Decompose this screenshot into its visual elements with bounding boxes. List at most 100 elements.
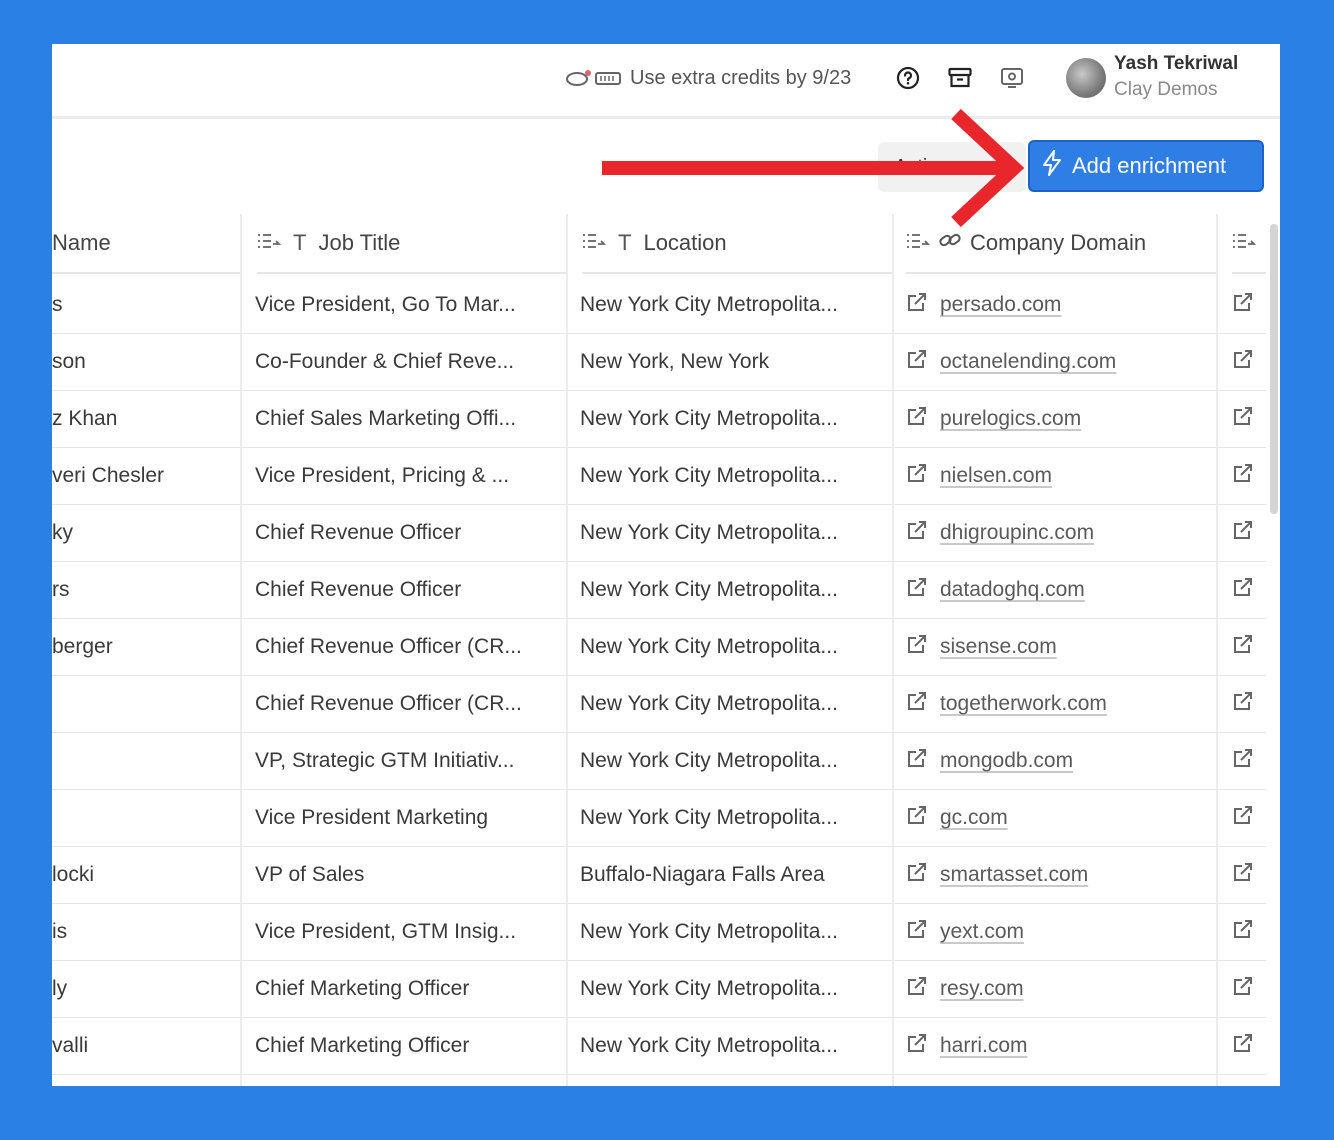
external-link-icon[interactable]: [906, 1032, 928, 1060]
cell-job-title[interactable]: Chief Revenue Officer (CR...: [255, 676, 561, 732]
cell-company-domain[interactable]: harri.com: [906, 1018, 1212, 1074]
external-link-icon[interactable]: [1232, 1032, 1254, 1060]
cell-company-domain[interactable]: gc.com: [906, 790, 1212, 846]
cell-name[interactable]: rs: [52, 562, 238, 618]
external-link-icon[interactable]: [906, 975, 928, 1003]
cell-company-domain[interactable]: dhigroupinc.com: [906, 505, 1212, 561]
external-link-icon[interactable]: [1232, 861, 1254, 889]
domain-link[interactable]: purelogics.com: [940, 407, 1081, 431]
cell-next-column[interactable]: [1232, 790, 1266, 846]
cell-company-domain[interactable]: octanelending.com: [906, 334, 1212, 390]
external-link-icon[interactable]: [906, 348, 928, 376]
cell-company-domain[interactable]: togetherwork.com: [906, 676, 1212, 732]
cell-location[interactable]: Buffalo-Niagara Falls Area: [580, 847, 886, 903]
domain-link[interactable]: nielsen.com: [940, 464, 1052, 488]
archive-icon[interactable]: [946, 64, 974, 92]
external-link-icon[interactable]: [1232, 348, 1254, 376]
domain-link[interactable]: octanelending.com: [940, 350, 1116, 374]
cell-name[interactable]: [52, 790, 238, 846]
column-header-name[interactable]: Name: [52, 214, 240, 274]
cell-company-domain[interactable]: nielsen.com: [906, 448, 1212, 504]
cell-job-title[interactable]: VP, Strategic GTM Initiativ...: [255, 733, 561, 789]
external-link-icon[interactable]: [1232, 462, 1254, 490]
column-header-company-domain[interactable]: Company Domain: [906, 214, 1216, 274]
cell-name[interactable]: ly: [52, 961, 238, 1017]
cell-location[interactable]: New York City Metropolita...: [580, 790, 886, 846]
cell-name[interactable]: valli: [52, 1018, 238, 1074]
cell-location[interactable]: New York City Metropolita...: [580, 448, 886, 504]
cell-job-title[interactable]: Co-Founder & Chief Reve...: [255, 334, 561, 390]
cell-company-domain[interactable]: datadoghq.com: [906, 562, 1212, 618]
cell-job-title[interactable]: Vice President, GTM Insig...: [255, 904, 561, 960]
domain-link[interactable]: resy.com: [940, 977, 1024, 1001]
cell-next-column[interactable]: [1232, 847, 1266, 903]
domain-link[interactable]: harri.com: [940, 1034, 1028, 1058]
cell-name[interactable]: berger: [52, 619, 238, 675]
cell-location[interactable]: New York City Metropolita...: [580, 676, 886, 732]
domain-link[interactable]: yext.com: [940, 920, 1024, 944]
cell-job-title[interactable]: Chief Revenue Officer: [255, 505, 561, 561]
domain-link[interactable]: persado.com: [940, 293, 1061, 317]
cell-next-column[interactable]: [1232, 904, 1266, 960]
cell-job-title[interactable]: Chief Revenue Officer: [255, 562, 561, 618]
cell-next-column[interactable]: [1232, 733, 1266, 789]
cell-next-column[interactable]: [1232, 1018, 1266, 1074]
external-link-icon[interactable]: [906, 576, 928, 604]
column-header-next[interactable]: [1232, 214, 1266, 274]
external-link-icon[interactable]: [1232, 576, 1254, 604]
domain-link[interactable]: togetherwork.com: [940, 692, 1107, 716]
external-link-icon[interactable]: [906, 861, 928, 889]
cell-name[interactable]: locki: [52, 847, 238, 903]
cell-location[interactable]: New York City Metropolita...: [580, 619, 886, 675]
external-link-icon[interactable]: [1232, 975, 1254, 1003]
cell-location[interactable]: New York City Metropolita...: [580, 391, 886, 447]
cell-next-column[interactable]: [1232, 961, 1266, 1017]
cell-job-title[interactable]: Vice President, Pricing & ...: [255, 448, 561, 504]
external-link-icon[interactable]: [906, 633, 928, 661]
external-link-icon[interactable]: [906, 462, 928, 490]
cell-location[interactable]: New York, New York: [580, 334, 886, 390]
cell-name[interactable]: veri Chesler: [52, 448, 238, 504]
cell-next-column[interactable]: [1232, 391, 1266, 447]
cell-location[interactable]: New York City Metropolita...: [580, 904, 886, 960]
cell-next-column[interactable]: [1232, 277, 1266, 333]
cell-company-domain[interactable]: purelogics.com: [906, 391, 1212, 447]
external-link-icon[interactable]: [1232, 747, 1254, 775]
cell-location[interactable]: New York City Metropolita...: [580, 562, 886, 618]
cell-job-title[interactable]: Vice President Marketing: [255, 790, 561, 846]
external-link-icon[interactable]: [906, 804, 928, 832]
screen-record-icon[interactable]: [998, 64, 1026, 92]
cell-next-column[interactable]: [1232, 505, 1266, 561]
external-link-icon[interactable]: [1232, 405, 1254, 433]
cell-company-domain[interactable]: resy.com: [906, 961, 1212, 1017]
cell-name[interactable]: is: [52, 904, 238, 960]
cell-company-domain[interactable]: mongodb.com: [906, 733, 1212, 789]
cell-job-title[interactable]: Chief Sales Marketing Offi...: [255, 391, 561, 447]
cell-location[interactable]: New York City Metropolita...: [580, 1018, 886, 1074]
domain-link[interactable]: datadoghq.com: [940, 578, 1085, 602]
cell-name[interactable]: z Khan: [52, 391, 238, 447]
cell-company-domain[interactable]: persado.com: [906, 277, 1212, 333]
help-icon[interactable]: [894, 64, 922, 92]
domain-link[interactable]: sisense.com: [940, 635, 1057, 659]
cell-location[interactable]: New York City Metropolita...: [580, 961, 886, 1017]
external-link-icon[interactable]: [906, 291, 928, 319]
external-link-icon[interactable]: [906, 405, 928, 433]
cell-name[interactable]: [52, 733, 238, 789]
external-link-icon[interactable]: [1232, 690, 1254, 718]
external-link-icon[interactable]: [1232, 519, 1254, 547]
cell-job-title[interactable]: Chief Marketing Officer: [255, 1018, 561, 1074]
cell-next-column[interactable]: [1232, 619, 1266, 675]
cell-company-domain[interactable]: yext.com: [906, 904, 1212, 960]
cell-name[interactable]: ky: [52, 505, 238, 561]
cell-next-column[interactable]: [1232, 562, 1266, 618]
external-link-icon[interactable]: [906, 918, 928, 946]
cell-location[interactable]: New York City Metropolita...: [580, 505, 886, 561]
cell-name[interactable]: [52, 676, 238, 732]
cell-name[interactable]: son: [52, 334, 238, 390]
credits-notice[interactable]: Use extra credits by 9/23: [566, 64, 851, 92]
cell-location[interactable]: New York City Metropolita...: [580, 733, 886, 789]
column-header-job-title[interactable]: T Job Title: [257, 214, 566, 274]
domain-link[interactable]: mongodb.com: [940, 749, 1073, 773]
domain-link[interactable]: dhigroupinc.com: [940, 521, 1094, 545]
